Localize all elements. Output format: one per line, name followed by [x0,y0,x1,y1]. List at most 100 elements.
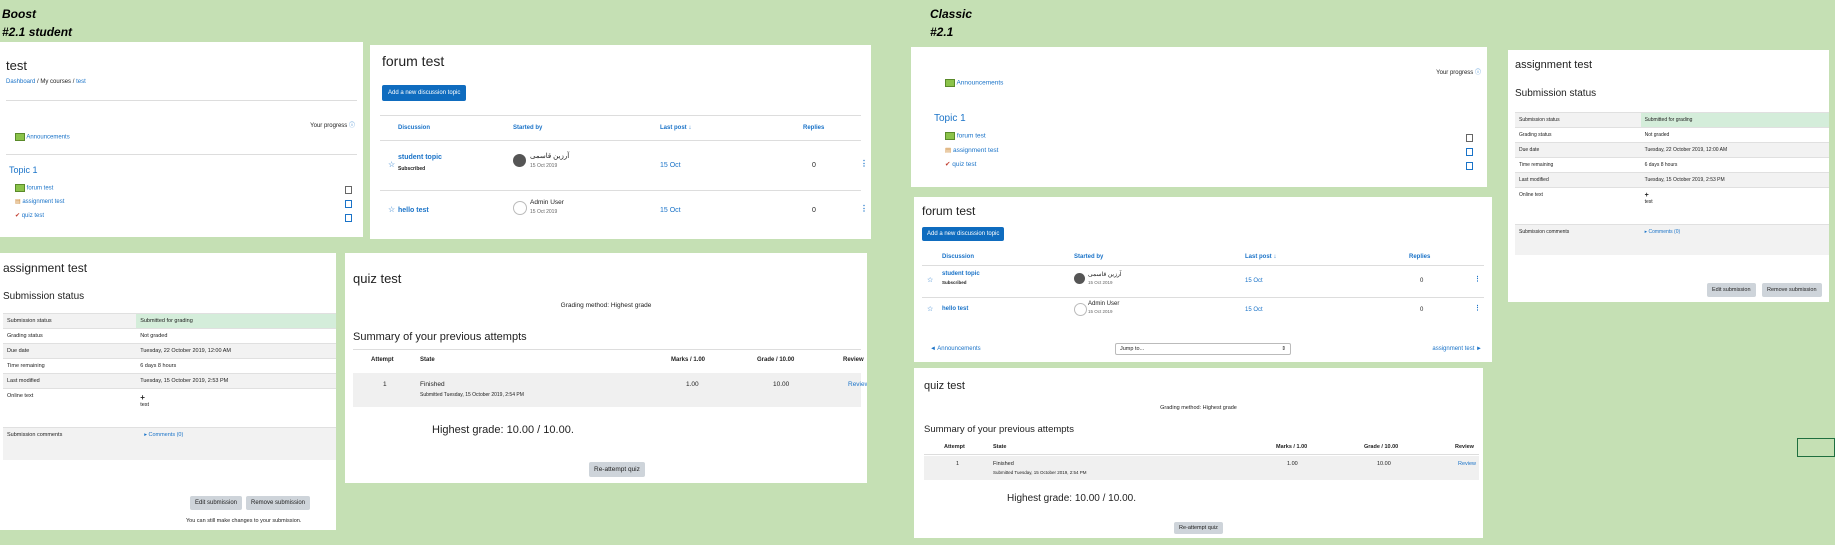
breadcrumb-my-courses[interactable]: My courses [40,79,71,85]
reattempt-quiz-button[interactable]: Re-attempt quiz [1174,522,1223,534]
boost-forum-panel: forum test Add a new discussion topic Di… [370,45,871,239]
author-name: آرزین قاسمی [1088,272,1122,278]
more-options-icon[interactable]: ⋮ [1474,275,1481,283]
next-activity-link[interactable]: assignment test ► [1432,346,1482,352]
add-discussion-button[interactable]: Add a new discussion topic [382,85,467,101]
more-options-icon[interactable]: ⋮ [860,204,868,213]
table-row: Due date Tuesday, 22 October 2019, 12:00 … [1515,142,1829,158]
summary-heading: Summary of your previous attempts [924,424,1074,435]
divider [924,454,1479,455]
add-discussion-button[interactable]: Add a new discussion topic [922,227,1005,241]
author-name: Admin User [530,199,564,206]
comments-toggle[interactable]: ▸ Comments (0) [1645,229,1681,235]
announcements-item[interactable]: Announcements [945,79,1003,87]
classic-label: Classic [930,7,973,21]
completion-checkbox[interactable] [1466,134,1473,142]
star-icon[interactable]: ☆ [927,276,933,284]
table-row: Due date Tuesday, 22 October 2019, 12:00 … [3,343,336,359]
grading-method: Grading method: Highest grade [1160,405,1237,411]
activity-quiz[interactable]: ✔ quiz test [945,160,976,168]
announcements-item[interactable]: Announcements [15,133,70,141]
progress-label: Your progress ⓘ [1436,70,1481,76]
sort-down-icon: ↓ [688,125,692,131]
star-icon[interactable]: ☆ [388,205,395,214]
edit-submission-button[interactable]: Edit submission [190,496,243,510]
boost-quiz-panel: quiz test Grading method: Highest grade … [345,253,867,483]
topic-title[interactable]: Topic 1 [934,113,966,124]
comments-toggle[interactable]: ▸ Comments (0) [140,432,183,438]
activity-assignment[interactable]: ▤ assignment test [15,198,64,205]
column-started-by[interactable]: Started by [513,125,542,131]
completion-checkbox[interactable] [345,200,352,208]
avatar [1074,303,1087,316]
quiz-icon: ✔ [945,161,951,168]
table-row: Submission comments ▸ Comments (0) [1515,224,1829,255]
completion-checkbox[interactable] [345,186,352,194]
forum-icon [15,133,25,141]
table-row: Time remaining 6 days 8 hours [1515,157,1829,173]
table-row: 1 Finished Submitted Tuesday, 15 October… [924,456,1479,480]
discussion-link[interactable]: hello test [398,207,429,214]
last-post-link[interactable]: 15 Oct [1245,307,1263,313]
activity-forum[interactable]: forum test [15,184,53,192]
help-icon[interactable]: ⓘ [1475,70,1481,76]
remove-submission-button[interactable]: Remove submission [246,496,311,510]
submission-table: Submission status Submitted for grading G… [1515,112,1829,255]
online-text-value: test [140,402,150,408]
review-link[interactable]: Review [848,381,867,388]
activity-quiz[interactable]: ✔ quiz test [15,212,44,219]
expand-icon[interactable]: + [1645,192,1825,199]
last-post-link[interactable]: 15 Oct [1245,278,1263,284]
review-link[interactable]: Review [1458,461,1476,467]
table-row: Grading status Not graded [1515,127,1829,143]
avatar [513,154,526,167]
forum-title: forum test [922,204,976,218]
breadcrumb-dashboard[interactable]: Dashboard [6,79,35,85]
star-icon[interactable]: ☆ [927,305,933,313]
column-discussion[interactable]: Discussion [398,125,430,131]
expand-icon[interactable]: + [140,393,332,402]
boost-label: Boost [2,7,36,21]
forum-title: forum test [382,53,445,69]
table-row: Time remaining 6 days 8 hours [3,358,336,374]
edit-submission-button[interactable]: Edit submission [1707,283,1756,297]
activity-assignment[interactable]: ▤ assignment test [945,146,999,154]
table-row: Submission status Submitted for grading [3,313,336,329]
column-last-post[interactable]: Last post ↓ [660,125,691,131]
reattempt-quiz-button[interactable]: Re-attempt quiz [589,462,645,477]
discussion-link[interactable]: hello test [942,306,968,312]
last-post-link[interactable]: 15 Oct [660,162,681,169]
jump-to-select[interactable]: Jump to... ⇕ [1115,343,1291,355]
column-replies[interactable]: Replies [803,125,824,131]
star-icon[interactable]: ☆ [388,160,395,169]
column-last-post[interactable]: Last post ↓ [1245,254,1276,260]
classic-course-panel: Your progress ⓘ Announcements Topic 1 fo… [911,47,1487,187]
table-row: ☆ hello test Admin User 15 Oct 2019 15 O… [370,195,871,231]
completion-checkbox[interactable] [1466,162,1473,170]
column-replies[interactable]: Replies [1409,254,1430,260]
more-options-icon[interactable]: ⋮ [1474,304,1481,312]
discussion-link[interactable]: student topic [942,271,980,277]
prev-activity-link[interactable]: ◄ Announcements [930,346,981,352]
post-date: 15 Oct 2019 [530,209,558,215]
breadcrumb-test[interactable]: test [76,79,86,85]
topic-title[interactable]: Topic 1 [9,165,38,175]
summary-heading: Summary of your previous attempts [353,331,527,343]
assignment-icon: ▤ [945,147,952,154]
last-post-link[interactable]: 15 Oct [660,207,681,214]
completion-checkbox[interactable] [345,214,352,222]
more-options-icon[interactable]: ⋮ [860,159,868,168]
remove-submission-button[interactable]: Remove submission [1762,283,1822,297]
subscribed-badge: Subscribed [942,280,967,285]
sort-down-icon: ↓ [1273,254,1277,260]
chevron-updown-icon: ⇕ [1281,346,1286,352]
column-discussion[interactable]: Discussion [942,254,974,260]
table-row: Last modified Tuesday, 15 October 2019, 2… [1515,172,1829,188]
help-icon[interactable]: ⓘ [349,123,355,129]
table-row: Submission status Submitted for grading [1515,112,1829,128]
discussion-link[interactable]: student topic [398,154,442,161]
activity-forum[interactable]: forum test [945,132,986,140]
completion-checkbox[interactable] [1466,148,1473,156]
divider [380,115,861,116]
column-started-by[interactable]: Started by [1074,254,1103,260]
